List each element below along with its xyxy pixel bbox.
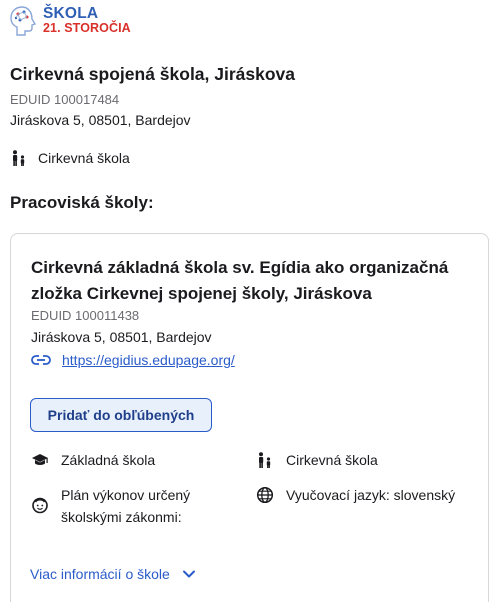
language-label: Vyučovací jazyk: slovenský <box>286 487 456 503</box>
website-link[interactable]: https://egidius.edupage.org/ <box>62 352 235 368</box>
child-face-icon <box>32 497 48 514</box>
site-logo[interactable]: ŠKOLA 21. STOROČIA <box>8 4 131 38</box>
feature-plan: Plán výkonov určený školskými zákonmi: <box>31 484 231 528</box>
school-eduid: EDUID 100017484 <box>10 92 120 107</box>
founder-type-label: Cirkevná škola <box>286 452 378 468</box>
school-title: Cirkevná spojená škola, Jiráskova <box>10 64 296 84</box>
workplace-name: Cirkevná základná škola sv. Egídia ako o… <box>31 258 449 303</box>
workplace-address: Jiráskova 5, 08501, Bardejov <box>31 329 212 345</box>
workplace-website: https://egidius.edupage.org/ <box>31 352 235 368</box>
family-icon <box>259 452 271 468</box>
chevron-down-icon <box>182 570 195 578</box>
brain-logo-icon <box>10 6 37 36</box>
feature-school-level: Základná škola <box>31 449 155 471</box>
school-type-label: Cirkevná škola <box>38 150 130 166</box>
more-info-toggle[interactable]: Viac informácií o škole <box>30 566 196 582</box>
link-icon <box>31 355 51 365</box>
logo-line2: 21. STOROČIA <box>43 21 131 35</box>
workplace-card: Cirkevná základná škola sv. Egídia ako o… <box>10 233 489 602</box>
school-level-label: Základná škola <box>61 452 156 468</box>
school-address: Jiráskova 5, 08501, Bardejov <box>10 112 191 128</box>
school-type: Cirkevná škola <box>10 149 130 167</box>
feature-founder-type: Cirkevná škola <box>256 449 378 471</box>
more-info-label[interactable]: Viac informácií o škole <box>30 566 170 582</box>
plan-label: Plán výkonov určený školskými zákonmi: <box>61 487 191 525</box>
graduation-cap-icon <box>32 454 48 465</box>
logo-text: ŠKOLA 21. STOROČIA <box>43 6 131 36</box>
feature-language: Vyučovací jazyk: slovenský <box>256 484 455 506</box>
globe-icon <box>256 486 274 504</box>
family-icon <box>13 150 25 166</box>
workplace-eduid: EDUID 100011438 <box>31 308 140 323</box>
workplaces-heading: Pracoviská školy: <box>10 193 154 212</box>
logo-line1: ŠKOLA <box>43 5 99 22</box>
add-to-favorites-button[interactable]: Pridať do obľúbených <box>30 398 212 432</box>
